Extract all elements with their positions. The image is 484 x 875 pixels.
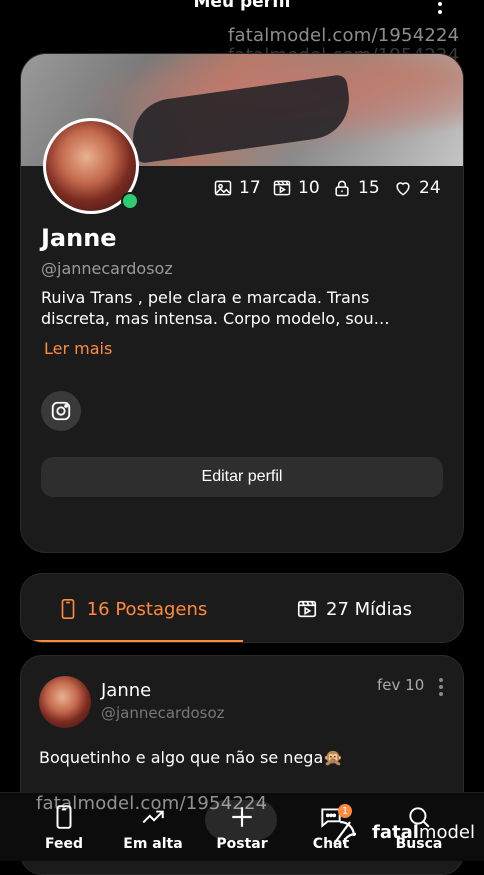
lock-icon xyxy=(335,180,349,197)
stat-photos: 17 xyxy=(213,178,261,198)
nav-post[interactable]: Postar xyxy=(207,804,277,852)
stat-locked: 15 xyxy=(332,178,380,198)
post-text: Boquetinho e algo que não se nega🙊 xyxy=(39,748,344,767)
heart-icon xyxy=(396,182,410,196)
instagram-button[interactable] xyxy=(41,391,81,431)
content-tabs: 16 Postagens 27 Mídias xyxy=(20,573,464,643)
brand-logo: fatalmodel xyxy=(330,816,475,848)
post-options-icon[interactable] xyxy=(438,678,444,698)
tab-posts-label: 16 Postagens xyxy=(86,598,208,620)
phone-icon xyxy=(56,805,72,829)
more-options-icon[interactable] xyxy=(430,0,450,18)
stat-photos-value: 17 xyxy=(239,178,261,198)
active-tab-indicator xyxy=(21,640,243,642)
logo-text: fatalmodel xyxy=(372,821,475,843)
profile-card: 17 10 15 24 Janne @jannecardosoz Ruiva T… xyxy=(20,53,464,553)
post-avatar[interactable] xyxy=(39,676,91,728)
profile-handle: @jannecardosoz xyxy=(41,259,173,278)
stat-likes: 24 xyxy=(393,178,441,198)
stat-videos: 10 xyxy=(272,178,320,198)
post-author-name[interactable]: Janne xyxy=(101,680,151,701)
trending-up-icon xyxy=(142,810,164,824)
stat-videos-value: 10 xyxy=(298,178,320,198)
profile-bio: Ruiva Trans , pele clara e marcada. Tran… xyxy=(41,288,390,328)
image-icon xyxy=(214,180,232,196)
stat-likes-value: 24 xyxy=(419,178,441,198)
nav-feed[interactable]: Feed xyxy=(29,804,99,852)
nav-trending[interactable]: Em alta xyxy=(118,804,188,852)
post-author-handle: @jannecardosoz xyxy=(101,704,225,722)
nav-trending-label: Em alta xyxy=(123,836,183,852)
watermark: fatalmodel.com/1954224 xyxy=(228,25,460,46)
nav-feed-label: Feed xyxy=(44,836,83,852)
phone-icon xyxy=(61,599,75,619)
read-more-link[interactable]: Ler mais xyxy=(44,339,112,358)
page-title: Meu perfil xyxy=(193,0,291,12)
tab-media[interactable]: 27 Mídias xyxy=(243,574,463,642)
profile-name: Janne xyxy=(41,224,117,252)
edit-profile-button[interactable]: Editar perfil xyxy=(41,457,443,497)
instagram-icon xyxy=(51,401,71,421)
post-date: fev 10 xyxy=(377,676,425,694)
video-icon xyxy=(273,180,291,196)
stat-locked-value: 15 xyxy=(358,178,380,198)
plus-icon xyxy=(232,807,252,827)
online-status-dot xyxy=(121,192,139,210)
video-icon xyxy=(297,600,317,618)
nav-post-label: Postar xyxy=(216,836,268,852)
logo-mark-icon xyxy=(333,820,357,845)
tab-media-label: 27 Mídias xyxy=(326,598,412,620)
tab-posts[interactable]: 16 Postagens xyxy=(21,574,243,642)
